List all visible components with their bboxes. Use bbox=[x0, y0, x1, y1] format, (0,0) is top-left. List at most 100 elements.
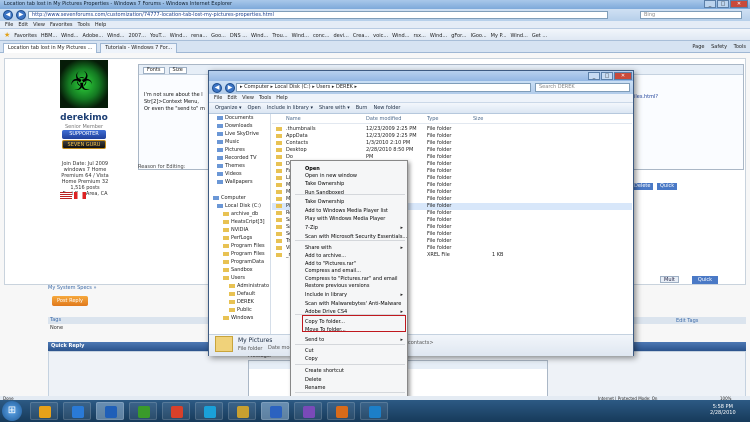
favorite-link[interactable]: Wind... bbox=[430, 30, 447, 40]
explorer-minimize-button[interactable]: _ bbox=[588, 72, 600, 80]
close-button[interactable]: ✕ bbox=[730, 0, 748, 8]
quick-edit-button[interactable]: Quick bbox=[657, 183, 678, 190]
explorer-command[interactable]: New folder bbox=[373, 103, 400, 114]
nav-item[interactable]: Users bbox=[209, 274, 270, 282]
nav-item[interactable]: Default bbox=[209, 290, 270, 298]
nav-item[interactable]: DEREK bbox=[209, 298, 270, 306]
nav-item[interactable]: Sandbox bbox=[209, 266, 270, 274]
clock[interactable]: 5:58 PM 2/28/2010 bbox=[710, 404, 736, 416]
col-type[interactable]: Type bbox=[427, 116, 438, 122]
favorite-link[interactable]: rena... bbox=[191, 30, 207, 40]
favorite-link[interactable]: Get ... bbox=[532, 30, 547, 40]
explorer-close-button[interactable]: ✕ bbox=[614, 72, 632, 80]
favorite-link[interactable]: Adobe... bbox=[83, 30, 104, 40]
nav-item[interactable]: Pictures bbox=[209, 146, 270, 154]
favorite-link[interactable]: devi... bbox=[333, 30, 348, 40]
explorer-menu-help[interactable]: Help bbox=[276, 94, 287, 103]
favorite-link[interactable]: voic... bbox=[373, 30, 388, 40]
context-menu-item[interactable]: Take Ownership bbox=[305, 181, 344, 187]
nav-item[interactable]: HeatsCript[3] bbox=[209, 218, 270, 226]
taskbar-app-button[interactable] bbox=[360, 402, 388, 420]
post-url-text[interactable]: tiles.html? bbox=[632, 94, 658, 100]
favorite-link[interactable]: gFor... bbox=[451, 30, 466, 40]
nav-item[interactable]: Videos bbox=[209, 170, 270, 178]
favorite-link[interactable]: 2007... bbox=[128, 30, 146, 40]
font-select[interactable]: Fonts bbox=[143, 66, 165, 74]
file-row[interactable]: AppData 12/23/2009 2:25 PM File folder bbox=[272, 133, 632, 140]
system-specs-link[interactable]: My System Specs » bbox=[48, 285, 97, 291]
col-name[interactable]: Name bbox=[286, 116, 301, 122]
explorer-command[interactable]: Include in library ▾ bbox=[267, 103, 313, 114]
nav-item[interactable]: Recorded TV bbox=[209, 154, 270, 162]
context-menu-item[interactable]: Delete bbox=[305, 377, 321, 383]
explorer-command[interactable]: Open bbox=[248, 103, 261, 114]
explorer-maximize-button[interactable]: □ bbox=[601, 72, 613, 80]
tab-tutorials[interactable]: Tutorials - Windows 7 For... bbox=[100, 42, 178, 53]
nav-item[interactable]: Administrato bbox=[209, 282, 270, 290]
favorite-link[interactable]: Wind... bbox=[107, 30, 124, 40]
explorer-command[interactable]: Burn bbox=[356, 103, 368, 114]
size-select[interactable]: Size bbox=[168, 66, 187, 74]
file-row[interactable]: Desktop 2/28/2010 8:50 PM File folder bbox=[272, 147, 632, 154]
context-menu-item[interactable]: Take Ownership bbox=[305, 199, 344, 205]
nav-item[interactable]: Music bbox=[209, 138, 270, 146]
nav-item[interactable]: Computer bbox=[209, 194, 270, 202]
context-menu-item[interactable]: Add to Windows Media Player list bbox=[305, 208, 388, 214]
file-row[interactable]: .thumbnails 12/23/2009 2:25 PM File folder bbox=[272, 126, 632, 133]
page-menu[interactable]: Page bbox=[692, 44, 704, 50]
context-menu-item[interactable]: Add to "Pictures.rar" bbox=[305, 261, 356, 267]
context-menu-item[interactable]: Scan with Malwarebytes' Anti-Malware bbox=[305, 301, 401, 307]
nav-item[interactable]: Program Files bbox=[209, 242, 270, 250]
address-bar[interactable]: http://www.sevenforums.com/customization… bbox=[28, 11, 608, 19]
favorite-link[interactable]: Wind... bbox=[292, 30, 309, 40]
context-menu-item[interactable]: Run Sandboxed bbox=[305, 190, 344, 196]
menu-item-favorites[interactable]: Favorites bbox=[50, 21, 73, 29]
nav-item[interactable]: Windows bbox=[209, 314, 270, 322]
forward-button[interactable]: ▶ bbox=[16, 10, 26, 20]
favorite-link[interactable]: YouT... bbox=[150, 30, 166, 40]
favorite-link[interactable]: Wind... bbox=[511, 30, 528, 40]
favorite-link[interactable]: Wind... bbox=[61, 30, 78, 40]
context-menu-item[interactable]: Copy bbox=[305, 356, 318, 362]
menu-item-view[interactable]: View bbox=[33, 21, 45, 29]
tab-active[interactable]: Location tab lost in My Pictures ... bbox=[3, 42, 98, 53]
search-box[interactable]: Bing bbox=[640, 11, 742, 19]
context-menu-item[interactable]: Create shortcut bbox=[305, 368, 344, 374]
explorer-search-box[interactable]: Search DEREK bbox=[535, 83, 630, 92]
context-menu-item[interactable]: Cut bbox=[305, 348, 314, 354]
explorer-command[interactable]: Share with ▾ bbox=[319, 103, 350, 114]
delete-button[interactable]: Delete bbox=[631, 183, 654, 190]
nav-item[interactable]: Live SkyDrive bbox=[209, 130, 270, 138]
favorite-link[interactable]: IGoo... bbox=[470, 30, 486, 40]
context-menu-item[interactable]: Compress and email... bbox=[305, 268, 361, 274]
taskbar-app-button[interactable] bbox=[195, 402, 223, 420]
explorer-menu-tools[interactable]: Tools bbox=[259, 94, 271, 103]
explorer-forward-button[interactable]: ▶ bbox=[225, 82, 235, 93]
favorites-button[interactable]: Favorites bbox=[14, 30, 37, 40]
post-reply-button[interactable]: Post Reply bbox=[52, 296, 88, 306]
context-menu-item[interactable]: Scan with Microsoft Security Essentials.… bbox=[305, 234, 407, 240]
nav-item[interactable]: archive_db bbox=[209, 210, 270, 218]
menu-item-file[interactable]: File bbox=[5, 21, 13, 29]
context-menu-item[interactable]: Include in library bbox=[305, 292, 347, 298]
taskbar-app-button[interactable] bbox=[162, 402, 190, 420]
explorer-back-button[interactable]: ◀ bbox=[212, 82, 222, 93]
nav-item[interactable]: Program Files bbox=[209, 250, 270, 258]
menu-item-help[interactable]: Help bbox=[95, 21, 106, 29]
favorite-link[interactable]: Wind... bbox=[392, 30, 409, 40]
explorer-menu-view[interactable]: View bbox=[242, 94, 254, 103]
multi-quote-button[interactable]: Mult bbox=[660, 276, 679, 283]
menu-item-edit[interactable]: Edit bbox=[18, 21, 28, 29]
taskbar-app-button[interactable] bbox=[63, 402, 91, 420]
explorer-menu-edit[interactable]: Edit bbox=[227, 94, 237, 103]
nav-item[interactable]: Themes bbox=[209, 162, 270, 170]
context-menu-item[interactable]: 7-Zip bbox=[305, 225, 318, 231]
taskbar-app-button[interactable] bbox=[30, 402, 58, 420]
context-menu-item[interactable]: Compress to "Pictures.rar" and email bbox=[305, 276, 398, 282]
favorite-link[interactable]: Crea... bbox=[353, 30, 369, 40]
favorite-link[interactable]: HBM... bbox=[41, 30, 57, 40]
col-date[interactable]: Date modified bbox=[366, 116, 401, 122]
file-row[interactable]: Contacts 1/3/2010 2:10 PM File folder bbox=[272, 140, 632, 147]
quick-reply-button[interactable]: Quick bbox=[692, 276, 718, 284]
nav-item[interactable]: NVIDIA bbox=[209, 226, 270, 234]
